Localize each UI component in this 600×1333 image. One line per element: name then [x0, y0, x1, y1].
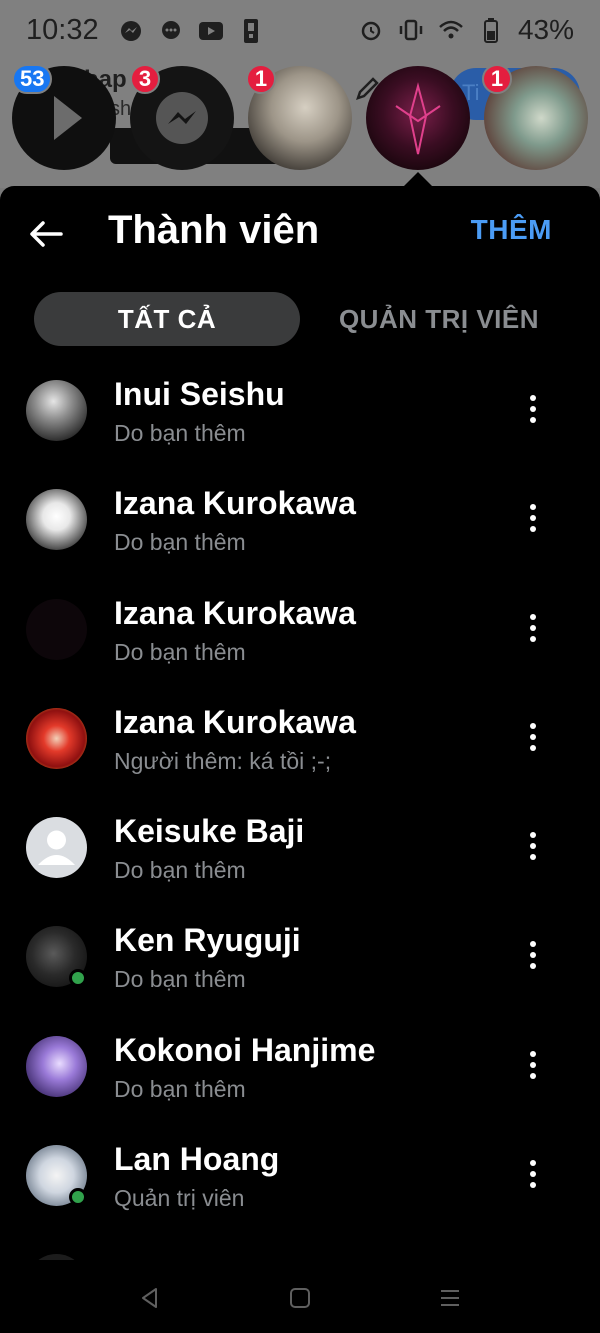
avatar-default-icon[interactable]: [26, 817, 87, 879]
member-subtitle: Do bạn thêm: [114, 529, 246, 556]
member-name: Lan Hoang: [114, 1141, 280, 1178]
status-bar: 10:32 43%: [0, 0, 600, 62]
youtube-icon: [198, 18, 224, 44]
more-options-icon[interactable]: [516, 1151, 550, 1197]
home-nav-icon[interactable]: [286, 1284, 314, 1312]
messenger-icon: [118, 18, 144, 44]
member-list: Inui Seishu Do bạn thêm Izana Kurokawa D…: [0, 364, 600, 1269]
member-subtitle: Do bạn thêm: [114, 638, 246, 665]
battery-icon: [478, 17, 504, 43]
avatar[interactable]: [26, 1035, 87, 1097]
tab-all[interactable]: TẤT CẢ: [34, 292, 300, 346]
member-name: Izana Kurokawa: [114, 485, 356, 522]
member-row[interactable]: Izana Kurokawa Do bạn thêm: [0, 473, 600, 582]
status-time: 10:32: [26, 14, 99, 46]
member-name: Kokonoi Hanjime: [114, 1031, 376, 1068]
member-name: Izana Kurokawa: [114, 594, 356, 631]
online-indicator: [69, 1188, 87, 1207]
system-nav-bar: [0, 1260, 600, 1333]
member-name: Ken Ryuguji: [114, 922, 301, 959]
member-name: Izana Kurokawa: [114, 703, 356, 740]
notification-icons: [118, 18, 264, 44]
avatar[interactable]: [26, 380, 87, 441]
sheet-header: Thành viên THÊM: [0, 186, 600, 278]
more-options-icon[interactable]: [516, 605, 550, 651]
member-subtitle: Do bạn thêm: [114, 966, 246, 993]
member-row[interactable]: Izana Kurokawa Người thêm: ká tồi ;-;: [0, 692, 600, 801]
member-subtitle: Do bạn thêm: [114, 857, 246, 884]
sim-icon: [238, 18, 264, 44]
badge-media: 53: [12, 64, 53, 94]
member-row[interactable]: Izana Kurokawa Do bạn thêm: [0, 583, 600, 692]
recents-nav-icon[interactable]: [436, 1284, 464, 1312]
member-row[interactable]: Keisuke Baji Do bạn thêm: [0, 801, 600, 910]
badge-messenger: 3: [130, 64, 160, 94]
battery-percent: 43%: [517, 14, 574, 45]
member-subtitle: Do bạn thêm: [114, 420, 246, 446]
badge-crystal: 1: [482, 64, 512, 94]
alarm-icon: [358, 17, 384, 43]
tab-admins[interactable]: QUẢN TRỊ VIÊN: [314, 292, 564, 346]
member-row[interactable]: Kokonoi Hanjime Do bạn thêm: [0, 1020, 600, 1129]
member-name: Keisuke Baji: [114, 813, 305, 850]
member-tabs: TẤT CẢ QUẢN TRỊ VIÊN: [34, 292, 566, 346]
page-title: Thành viên: [108, 208, 320, 252]
member-row[interactable]: Inui Seishu Do bạn thêm: [0, 364, 600, 473]
member-subtitle: Quản trị viên: [114, 1185, 245, 1212]
dark-pink-avatar-head[interactable]: [366, 66, 470, 170]
members-sheet: Thành viên THÊM TẤT CẢ QUẢN TRỊ VIÊN Inu…: [0, 186, 600, 1269]
back-button[interactable]: [24, 212, 68, 256]
badge-anime: 1: [246, 64, 276, 94]
vibrate-icon: [398, 17, 424, 43]
online-indicator: [69, 969, 87, 988]
chat-heads-row: hap sh Ti 53 3 1 1: [0, 62, 600, 188]
more-options-icon[interactable]: [516, 495, 550, 541]
more-options-icon[interactable]: [516, 1042, 550, 1088]
avatar[interactable]: [26, 489, 87, 551]
add-member-button[interactable]: THÊM: [471, 214, 552, 246]
member-row[interactable]: Ken Ryuguji Do bạn thêm: [0, 910, 600, 1019]
avatar[interactable]: [26, 598, 87, 660]
more-options-icon[interactable]: [516, 386, 550, 432]
member-subtitle: Do bạn thêm: [114, 1075, 246, 1102]
more-options-icon[interactable]: [516, 714, 550, 760]
chat-bubble-icon: [158, 18, 184, 44]
member-name: Inui Seishu: [114, 376, 285, 412]
member-row[interactable]: Lan Hoang Quản trị viên: [0, 1129, 600, 1238]
member-subtitle: Người thêm: ká tồi ;-;: [114, 747, 332, 774]
sheet-pointer: [404, 172, 432, 186]
back-nav-icon[interactable]: [136, 1284, 164, 1312]
status-right: 43%: [358, 14, 574, 46]
more-options-icon[interactable]: [516, 823, 550, 869]
arrow-left-icon: [30, 221, 63, 247]
wifi-icon: [438, 17, 464, 43]
avatar[interactable]: [26, 707, 87, 769]
more-options-icon[interactable]: [516, 932, 550, 978]
